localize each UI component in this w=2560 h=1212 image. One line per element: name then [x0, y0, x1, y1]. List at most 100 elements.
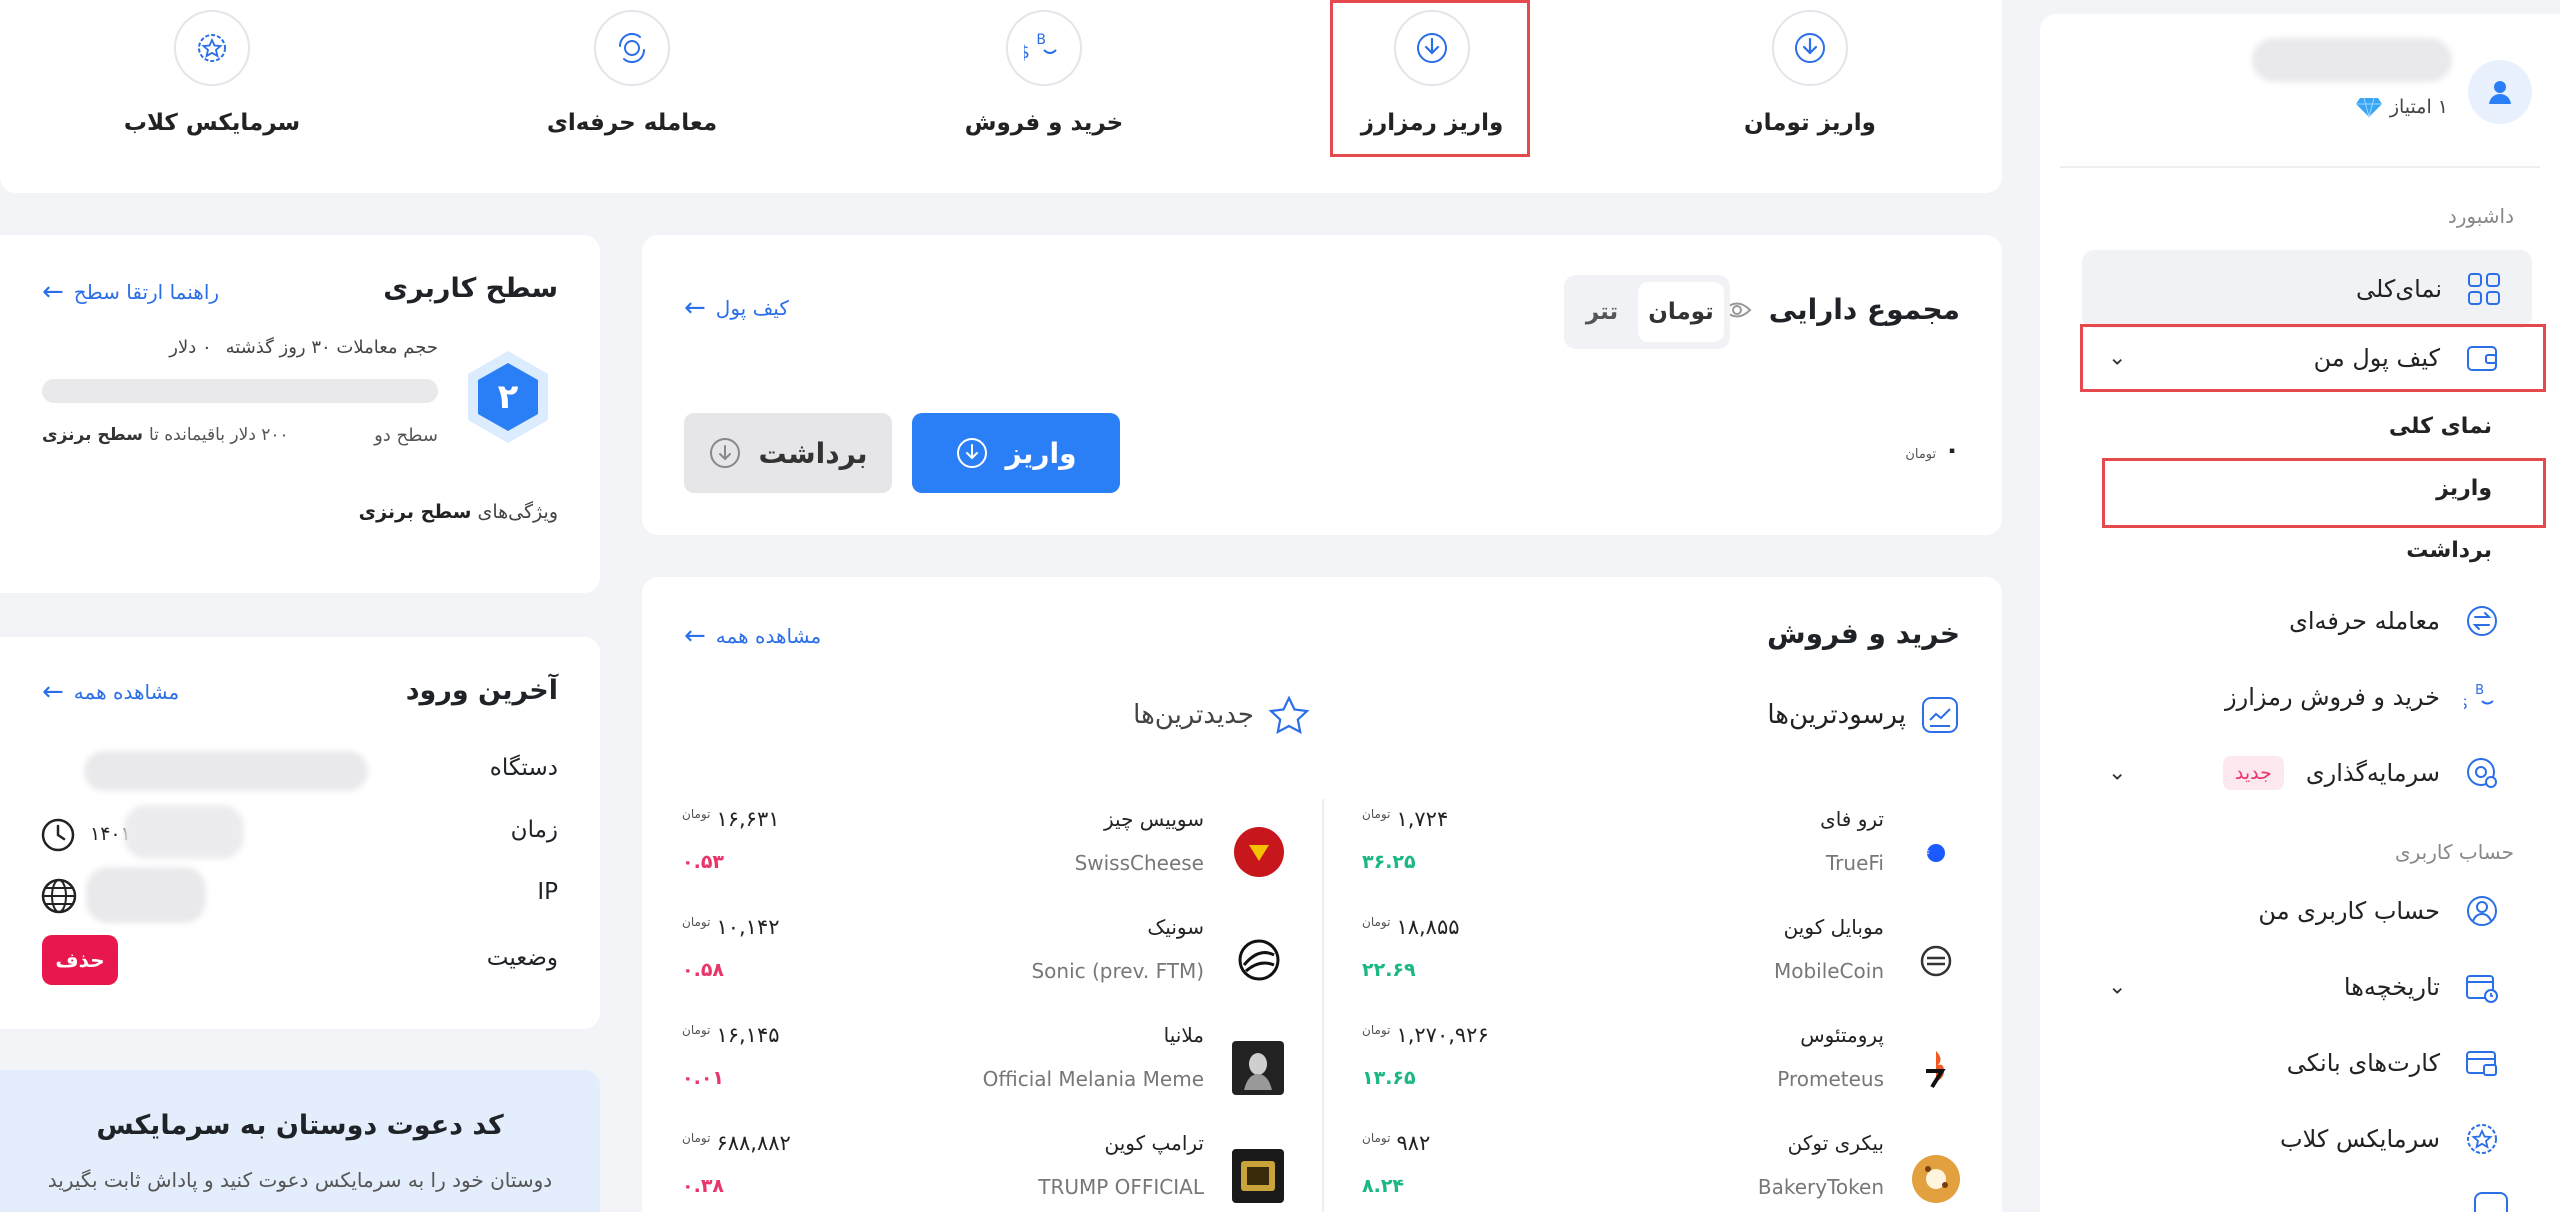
prometeus-logo-icon	[1912, 1045, 1960, 1093]
total-assets-card: مجموع دارایی تومان تتر کیف پول ← ۰ تومان …	[642, 235, 2002, 535]
sidebar-item-my-account[interactable]: حساب کاربری من	[2080, 882, 2530, 940]
clock-icon	[40, 817, 76, 857]
level-number: ۲	[497, 377, 519, 417]
invite-title: کد دعوت دوستان به سرمایکس	[96, 1110, 504, 1141]
currency-toggle[interactable]: تومان تتر	[1564, 275, 1730, 349]
list-item[interactable]: سوییس چیز SwissCheese ۱۶,۶۳۱ تومان ۰.۵۳	[642, 807, 1322, 897]
sidebar-subitem-overview[interactable]: نمای کلی	[2389, 414, 2492, 439]
sidebar-subitem-withdraw[interactable]: برداشت	[2406, 538, 2492, 563]
list-item[interactable]: موبایل کوین MobileCoin ۱۸,۸۵۵ تومان ۲۲.۶۹	[1322, 915, 2002, 1005]
sidebar-item-club[interactable]: سرمایکس کلاب	[2080, 1110, 2530, 1168]
profile-points: ۱ امتیاز	[2355, 96, 2448, 118]
svg-text:B: B	[2475, 683, 2484, 698]
list-item[interactable]: سونیک Sonic (prev. FTM) ۱۰,۱۴۲ تومان ۰.۵۸	[642, 915, 1322, 1005]
quick-action-deposit-toman[interactable]: واریز تومان	[1680, 0, 1940, 150]
level-guide-link[interactable]: راهنما ارتقا سطح ←	[42, 279, 219, 305]
chart-up-icon	[1922, 697, 1958, 733]
invite-card: کد دعوت دوستان به سرمایکس دوستان خود را …	[0, 1070, 600, 1212]
melania-logo-icon	[1232, 1041, 1284, 1095]
time-value-blurred	[124, 805, 244, 859]
arrow-left-icon: ←	[684, 293, 706, 323]
list-item[interactable]: TF ترو فای TrueFi ۱,۷۲۴تومان ۳۶.۲۵	[1322, 807, 2002, 897]
svg-text:TF: TF	[1924, 850, 1930, 860]
arrow-left-icon: ←	[684, 621, 706, 651]
level-hexagon-badge: ۲	[462, 347, 554, 447]
sidebar-item-label: خرید و فروش رمزارز	[2225, 683, 2440, 711]
sidebar-item-label: سرمایکس کلاب	[2279, 1125, 2440, 1153]
sidebar-item-label: معامله حرفه‌ای	[2289, 607, 2440, 635]
sidebar-item-buy-sell-crypto[interactable]: $B خرید و فروش رمزارز	[2080, 668, 2530, 726]
coin-price: ۱۶,۶۳۱ تومان	[682, 807, 780, 831]
sidebar-item-investment[interactable]: سرمایه‌گذاری جدید ⌄	[2080, 744, 2530, 802]
tab-profitable[interactable]: پرسودترین‌ها	[1767, 695, 1960, 735]
tab-newest[interactable]: جدیدترین‌ها	[1133, 695, 1310, 735]
sidebar-item-pro-trade[interactable]: معامله حرفه‌ای	[2080, 592, 2530, 650]
last-login-card: آخرین ورود مشاهده همه ← دستگاه زمان ۱۴۰۱ …	[0, 637, 600, 1029]
deposit-button[interactable]: واریز	[912, 413, 1120, 493]
upload-circle-icon	[710, 438, 741, 468]
level-title: سطح کاربری	[383, 273, 558, 304]
coin-price: ۱۰,۱۴۲ تومان	[682, 915, 780, 939]
quick-actions-bar: واریز تومان واریز رمزارز $ B خرید و فروش …	[0, 0, 2002, 193]
download-circle-icon	[957, 438, 988, 468]
user-icon	[2489, 81, 2511, 104]
sidebar-item-bank-cards[interactable]: کارت‌های بانکی	[2080, 1034, 2530, 1092]
assets-title: مجموع دارایی	[1768, 293, 1960, 326]
avatar[interactable]	[2468, 60, 2532, 124]
time-label: زمان	[510, 817, 558, 843]
sidebar-item-label: سرمایه‌گذاری	[2305, 759, 2440, 787]
ip-value-blurred	[86, 867, 206, 923]
star-badge-icon	[174, 10, 250, 86]
level-name: سطح دو	[374, 425, 438, 446]
coin-price: ۱,۷۲۴ تومان	[1362, 807, 1449, 831]
investment-icon	[2462, 753, 2502, 793]
highlight-deposit-crypto	[1330, 0, 1530, 157]
sidebar-item-label: تاریخچه‌ها	[2343, 973, 2440, 1001]
sidebar-item-overview[interactable]: نمای‌کلی	[2082, 250, 2532, 328]
toggle-toman[interactable]: تومان	[1638, 282, 1724, 342]
balance-display: ۰ تومان	[1905, 435, 1960, 465]
status-label: وضعیت	[486, 945, 558, 971]
quick-action-label: سرمایکس کلاب	[123, 110, 301, 136]
quick-action-pro-trade[interactable]: معامله حرفه‌ای	[502, 0, 762, 150]
sidebar-next-item-partial	[2474, 1192, 2508, 1212]
bakerytoken-logo-icon	[1908, 1151, 1964, 1207]
username-blurred	[2252, 38, 2452, 82]
quick-action-club[interactable]: سرمایکس کلاب	[82, 0, 342, 150]
last-login-see-all[interactable]: مشاهده همه ←	[42, 679, 179, 705]
arrow-left-icon: ←	[42, 277, 64, 307]
sidebar-item-label: حساب کاربری من	[2258, 897, 2440, 925]
svg-text:B: B	[1036, 32, 1046, 48]
withdraw-button[interactable]: برداشت	[684, 413, 892, 493]
sonic-logo-icon	[1234, 935, 1284, 985]
list-item[interactable]: ملانیا Official Melania Meme ۱۶,۱۴۵ تومان…	[642, 1023, 1322, 1113]
buy-sell-title: خرید و فروش	[1767, 617, 1960, 650]
user-circle-icon	[2462, 891, 2502, 931]
see-all-link[interactable]: مشاهده همه ←	[684, 623, 821, 649]
chevron-down-icon[interactable]: ⌄	[2108, 975, 2126, 1000]
sidebar-item-histories[interactable]: تاریخچه‌ها ⌄	[2080, 958, 2530, 1016]
device-value-blurred	[84, 751, 368, 791]
section-label-dashboard: داشبورد	[2447, 204, 2514, 228]
list-item[interactable]: بیکری توکن BakeryToken ۹۸۲ تومان ۸.۲۴	[1322, 1131, 2002, 1212]
list-item[interactable]: پرومتئوس Prometeus ۱,۲۷۰,۹۲۶ تومان ۱۳.۶۵	[1322, 1023, 2002, 1113]
delete-button[interactable]: حذف	[42, 935, 118, 985]
buy-sell-card: خرید و فروش مشاهده همه ← پرسودترین‌ها جدی…	[642, 577, 2002, 1212]
quick-action-label: واریز تومان	[1744, 110, 1876, 136]
coin-price: ۱,۲۷۰,۹۲۶ تومان	[1362, 1023, 1489, 1047]
star-badge-icon	[2462, 1119, 2502, 1159]
chevron-down-icon[interactable]: ⌄	[2108, 761, 2126, 786]
sidebar-divider	[2060, 166, 2540, 168]
toggle-usdt[interactable]: تتر	[1570, 299, 1634, 325]
svg-text:$: $	[1024, 42, 1030, 63]
quick-action-buy-sell[interactable]: $ B خرید و فروش	[914, 0, 1174, 150]
swisscheese-logo-icon	[1234, 827, 1284, 877]
level-features[interactable]: ویژگی‌های سطح برنزی	[359, 501, 558, 523]
highlight-deposit	[2102, 458, 2546, 528]
list-item[interactable]: ترامپ کوین TRUMP OFFICIAL ۶۸۸,۸۸۲ تومان ۰…	[642, 1131, 1322, 1212]
mobilecoin-logo-icon	[1912, 937, 1960, 985]
wallet-link[interactable]: کیف پول ←	[684, 295, 789, 321]
dollar-bitcoin-exchange-icon: $B	[1006, 10, 1082, 86]
device-label: دستگاه	[489, 755, 558, 781]
exchange-icon	[2462, 601, 2502, 641]
